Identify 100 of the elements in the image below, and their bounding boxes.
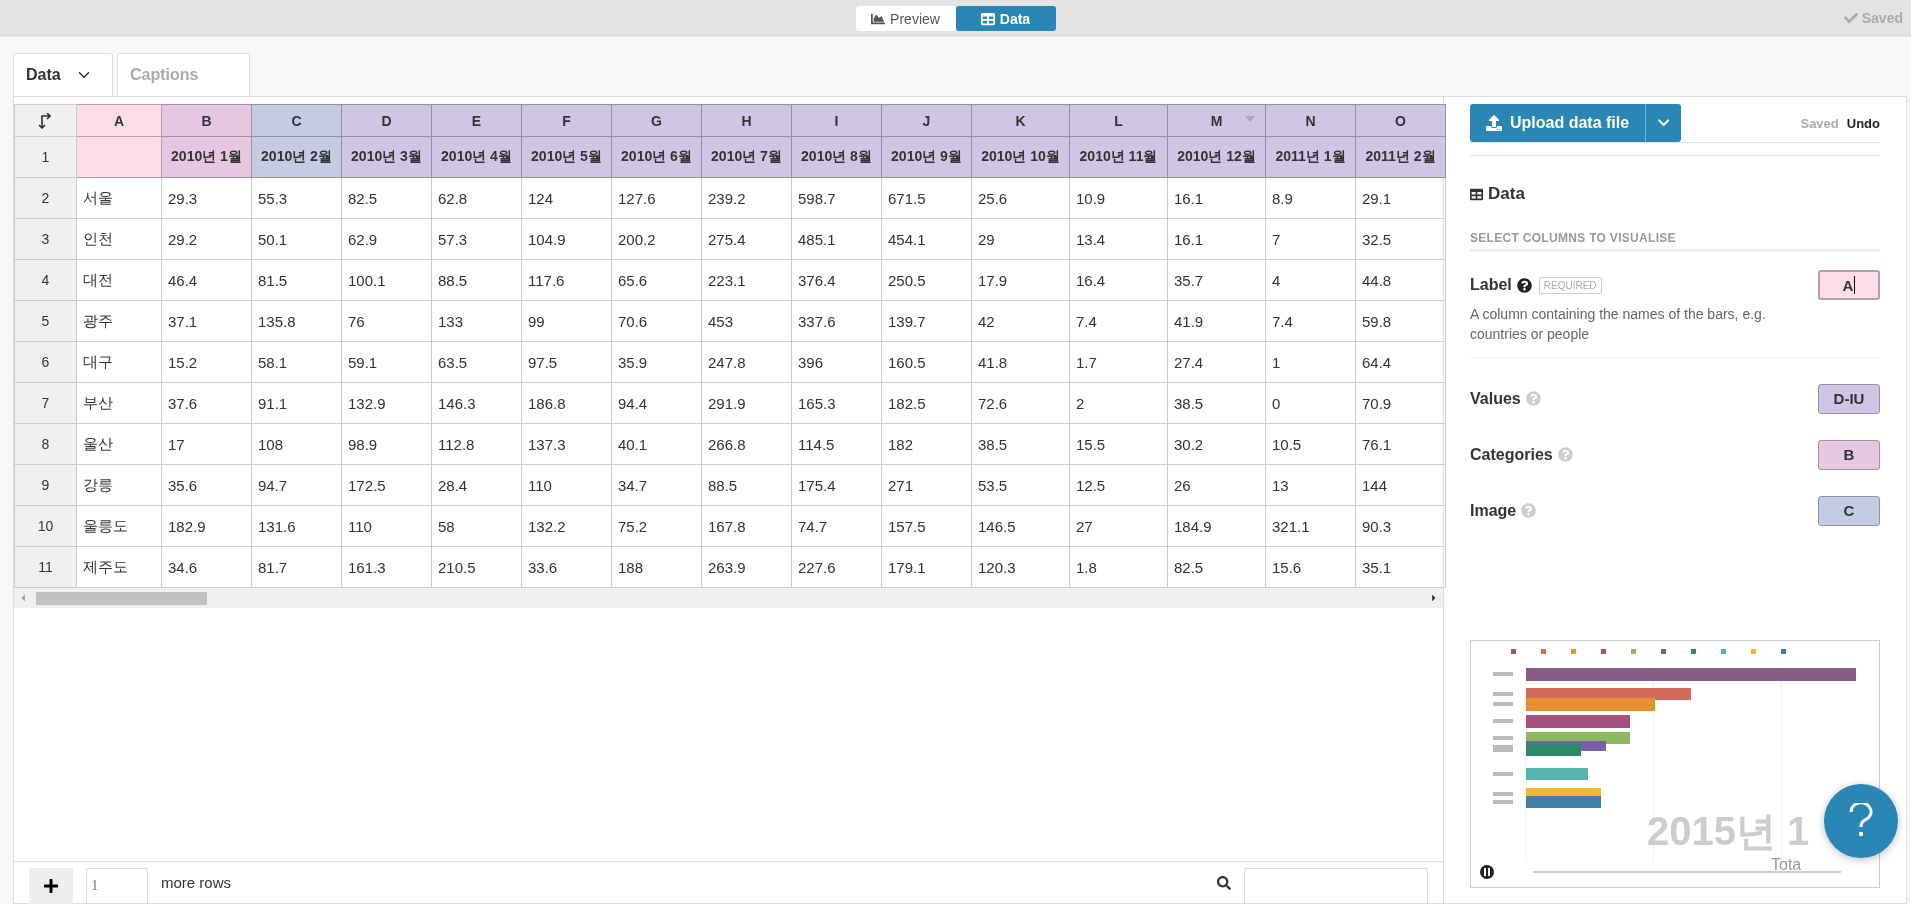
table-cell: 135.8: [251, 300, 342, 342]
row-number: 1: [14, 136, 77, 178]
column-picker[interactable]: C: [1818, 495, 1880, 526]
column-picker[interactable]: D-IU: [1818, 383, 1880, 414]
column-header[interactable]: B: [161, 104, 252, 137]
header-cell: 2010년 1월: [161, 136, 252, 178]
table-cell: 97.5: [521, 341, 612, 383]
column-header[interactable]: K: [971, 104, 1070, 137]
view-tab[interactable]: Data: [955, 6, 1056, 31]
table-cell: 28.4: [431, 464, 522, 506]
table-cell: 91.1: [251, 382, 342, 424]
table-cell: 30.2: [1167, 423, 1266, 465]
chart-icon: [871, 11, 886, 26]
table-cell: 32.5: [1355, 218, 1446, 260]
table-cell: 4: [1265, 259, 1356, 301]
table-cell: 161.3: [341, 546, 432, 588]
column-header[interactable]: N: [1265, 104, 1356, 137]
column-header[interactable]: I: [791, 104, 882, 137]
table-icon: [1470, 187, 1483, 201]
column-picker[interactable]: B: [1818, 439, 1880, 470]
swap-arrows-icon[interactable]: [37, 112, 54, 129]
table-cell: 223.1: [701, 259, 792, 301]
table-cell: 8.9: [1265, 177, 1356, 219]
table-cell: 13: [1265, 464, 1356, 506]
upload-button[interactable]: Upload data file: [1470, 104, 1646, 142]
table-cell: 110: [521, 464, 612, 506]
column-header[interactable]: A: [76, 104, 162, 137]
row-number: 8: [14, 423, 77, 465]
table-cell: 144: [1355, 464, 1446, 506]
header-cell: 2010년 7월: [701, 136, 792, 178]
help-icon[interactable]: [1516, 277, 1532, 293]
table-cell: 671.5: [881, 177, 972, 219]
column-header[interactable]: E: [431, 104, 522, 137]
table-cell: 175.4: [791, 464, 882, 506]
row-number: 2: [14, 177, 77, 219]
table-cell: 82.5: [1167, 546, 1266, 588]
caret-down-icon[interactable]: [1245, 116, 1255, 122]
table-cell: 29.3: [161, 177, 252, 219]
undo-button[interactable]: Undo: [1846, 115, 1880, 131]
table-cell: 50.1: [251, 218, 342, 260]
table-cell: 114.5: [791, 423, 882, 465]
column-header[interactable]: G: [611, 104, 702, 137]
table-cell: 53.5: [971, 464, 1070, 506]
table-cell: 110: [341, 505, 432, 547]
search-icon[interactable]: [1217, 875, 1231, 890]
required-badge: REQUIRED: [1538, 276, 1602, 294]
table-cell: 55.3: [251, 177, 342, 219]
search-field[interactable]: [1244, 867, 1428, 904]
table-cell: 16.1: [1167, 177, 1266, 219]
table-cell: 41.9: [1167, 300, 1266, 342]
column-header[interactable]: D: [341, 104, 432, 137]
upload-options-button[interactable]: [1645, 104, 1682, 142]
row-number: 5: [14, 300, 77, 342]
heading-text: Data: [1488, 184, 1525, 204]
table-cell: 0: [1265, 382, 1356, 424]
scrollbar-thumb[interactable]: [36, 592, 207, 605]
table-cell: 337.6: [791, 300, 882, 342]
table-cell: 10.5: [1265, 423, 1356, 465]
table-cell: 인천: [76, 218, 162, 260]
table-cell: 76.1: [1355, 423, 1446, 465]
table-cell: 112.8: [431, 423, 522, 465]
table-cell: 100.1: [341, 259, 432, 301]
table-cell: 울산: [76, 423, 162, 465]
table-cell: 35.7: [1167, 259, 1266, 301]
table-cell: 10.9: [1069, 177, 1168, 219]
row-number: 3: [14, 218, 77, 260]
column-header[interactable]: F: [521, 104, 612, 137]
table-cell: 대전: [76, 259, 162, 301]
table-cell: 41.8: [971, 341, 1070, 383]
column-header[interactable]: J: [881, 104, 972, 137]
table-cell: 37.1: [161, 300, 252, 342]
table-cell: 275.4: [701, 218, 792, 260]
table-cell: 210.5: [431, 546, 522, 588]
table-cell: 88.5: [701, 464, 792, 506]
table-cell: 15.6: [1265, 546, 1356, 588]
column-header[interactable]: O: [1355, 104, 1446, 137]
view-tab[interactable]: Preview: [855, 6, 956, 31]
header-cell: 2010년 8월: [791, 136, 882, 178]
table-cell: 59.1: [341, 341, 432, 383]
table-cell: 598.7: [791, 177, 882, 219]
rows-count-field[interactable]: 1: [86, 867, 148, 904]
table-cell: 2: [1069, 382, 1168, 424]
table-cell: 132.9: [341, 382, 432, 424]
table-cell: 44.8: [1355, 259, 1446, 301]
header-cell: 2010년 4월: [431, 136, 522, 178]
editor-tab[interactable]: Data: [13, 53, 113, 97]
table-cell: 98.9: [341, 423, 432, 465]
column-header[interactable]: L: [1069, 104, 1168, 137]
field-label: Label: [1470, 276, 1512, 294]
horizontal-scrollbar[interactable]: [14, 588, 1443, 608]
table-cell: 25.6: [971, 177, 1070, 219]
table-cell: 17: [161, 423, 252, 465]
column-header[interactable]: M: [1167, 104, 1266, 137]
add-rows-button[interactable]: [29, 867, 73, 904]
table-cell: 26: [1167, 464, 1266, 506]
column-picker[interactable]: A: [1818, 270, 1880, 300]
field-label: Image: [1470, 501, 1517, 520]
column-header[interactable]: H: [701, 104, 792, 137]
table-cell: 27: [1069, 505, 1168, 547]
column-header[interactable]: C: [251, 104, 342, 137]
